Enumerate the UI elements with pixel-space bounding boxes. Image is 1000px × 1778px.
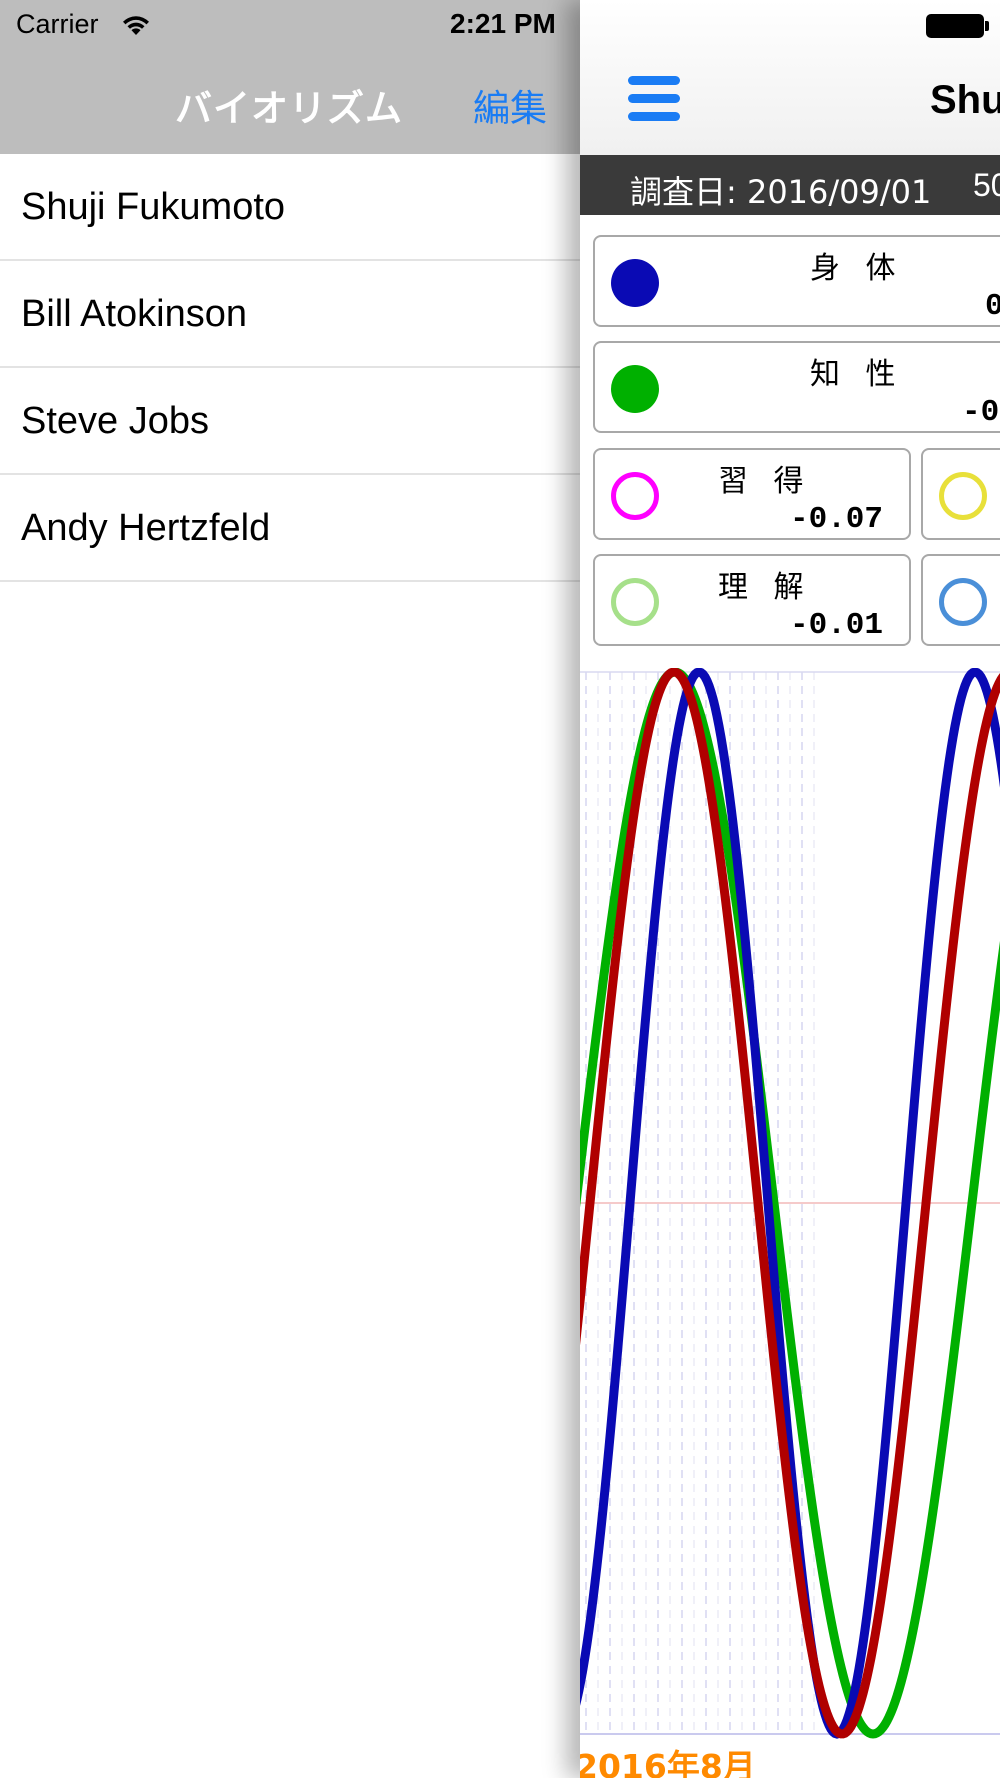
list-item[interactable]: Bill Atokinson [0, 261, 580, 368]
list-item[interactable]: Shuji Fukumoto [0, 154, 580, 261]
list-item[interactable]: Steve Jobs [0, 368, 580, 475]
people-list: Shuji Fukumoto Bill Atokinson Steve Jobs… [0, 154, 580, 582]
person-name: Shuji Fukumoto [21, 186, 286, 228]
understanding-dot-icon [611, 578, 659, 626]
month-label: 2016年8月 [580, 1747, 756, 1778]
menu-icon[interactable] [628, 76, 680, 122]
wifi-icon [123, 16, 149, 35]
person-name: Bill Atokinson [21, 293, 248, 335]
card-label: 習 得 [718, 464, 812, 499]
card-value: 0. [985, 289, 1000, 324]
list-item[interactable]: Andy Hertzfeld [0, 475, 580, 582]
menu-bar [628, 76, 680, 85]
card-partial-yellow[interactable] [921, 448, 1000, 540]
card-label: 身 体 [810, 251, 904, 286]
clock: 2:21 PM [450, 8, 556, 39]
battery-tip [985, 21, 989, 31]
yellow-dot-icon [939, 472, 987, 520]
card-value: -0. [962, 395, 1000, 430]
card-value: -0.07 [790, 502, 884, 537]
menu-bar [628, 112, 680, 121]
person-name: Steve Jobs [21, 400, 209, 442]
card-label: 知 性 [810, 357, 904, 392]
intellectual-dot-icon [611, 365, 659, 413]
menu-bar [628, 94, 680, 103]
card-value: -0.01 [790, 608, 884, 643]
card-understanding[interactable]: 理 解 -0.01 [593, 554, 911, 646]
age-value: 50 [973, 167, 1000, 203]
card-learning[interactable]: 習 得 -0.07 [593, 448, 911, 540]
survey-date: 調査日: 2016/09/01 [630, 173, 932, 211]
date-bar: 調査日: 2016/09/01 50 [580, 155, 1000, 215]
card-label: 理 解 [718, 570, 812, 605]
status-bar: Carrier 2:21 PM [0, 0, 580, 48]
battery-icon [926, 14, 984, 38]
edit-button[interactable]: 編集 [473, 78, 547, 132]
card-partial-blue[interactable] [921, 554, 1000, 646]
detail-panel: Shu 調査日: 2016/09/01 50 身 体 0. 知 性 -0. 習 … [580, 0, 1000, 1778]
page-title: バイオリズム [175, 87, 403, 130]
physical-dot-icon [611, 259, 659, 307]
learning-dot-icon [611, 472, 659, 520]
carrier-label: Carrier [16, 9, 99, 39]
person-name: Andy Hertzfeld [21, 507, 271, 549]
nav-bar: バイオリズム 編集 [0, 48, 580, 154]
detail-header: Shu [580, 0, 1000, 155]
biorhythm-chart [580, 668, 1000, 1739]
detail-title: Shu [930, 78, 1000, 122]
master-panel: Carrier 2:21 PM バイオリズム 編集 Shuji Fukumoto… [0, 0, 580, 1778]
blue-dot-icon [939, 578, 987, 626]
card-intellectual[interactable]: 知 性 -0. [593, 341, 1000, 433]
card-physical[interactable]: 身 体 0. [593, 235, 1000, 327]
